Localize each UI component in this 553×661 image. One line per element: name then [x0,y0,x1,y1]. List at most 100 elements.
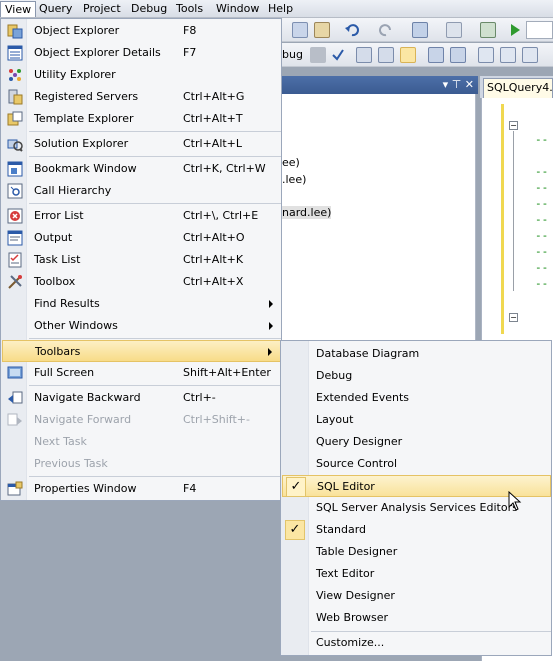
menu-debug[interactable]: Debug [127,1,171,17]
comment-marker: -- [535,165,549,178]
menu-item-object-explorer[interactable]: Object Explorer F8 [2,20,281,42]
comment-marker: -- [535,245,549,258]
undo-icon[interactable] [344,22,360,38]
submenu-arrow-icon [268,348,272,356]
query-options-icon[interactable] [450,47,466,63]
bookmark-window-icon [7,161,23,177]
menu-window[interactable]: Window [212,1,263,17]
checkmark-icon: ✓ [285,520,305,540]
menu-help[interactable]: Help [264,1,297,17]
menu-item-object-explorer-details[interactable]: Object Explorer Details F7 [2,42,281,64]
menu-item-registered-servers[interactable]: Registered Servers Ctrl+Alt+G [2,86,281,108]
menu-item-other-windows[interactable]: Other Windows [2,315,281,337]
menu-item-error-list[interactable]: Error List Ctrl+\, Ctrl+E [2,205,281,227]
menu-item-navigate-backward[interactable]: Navigate Backward Ctrl+- [2,387,281,409]
template-explorer-icon [7,111,23,127]
toolbar-item-debug[interactable]: Debug [282,365,551,387]
menu-item-task-list[interactable]: Task List Ctrl+Alt+K [2,249,281,271]
redo-icon[interactable] [378,22,394,38]
menu-item-navigate-forward[interactable]: Navigate Forward Ctrl+Shift+- [2,409,281,431]
stop-icon[interactable] [310,47,326,63]
menu-tools[interactable]: Tools [172,1,207,17]
menu-item-properties-window[interactable]: Properties Window F4 [2,478,281,500]
menu-separator [29,385,281,386]
menu-separator [29,338,281,339]
menu-view[interactable]: View [0,1,37,17]
menu-item-utility-explorer[interactable]: Utility Explorer [2,64,281,86]
checkmark-icon: ✓ [286,477,306,497]
toolbar-item-customize[interactable]: Customize... [282,632,551,654]
comment-marker: -- [535,261,549,274]
results-to-file-icon[interactable] [400,47,416,63]
menu-item-toolbars[interactable]: Toolbars [2,340,281,362]
toolbox-icon [7,274,23,290]
tool-window-header: ▾ ⊤ ✕ [282,76,478,94]
toolbar-partial-label: bug [282,48,303,61]
menu-query[interactable]: Query [35,1,76,17]
comment-marker: -- [535,197,549,210]
toolbar-item-layout[interactable]: Layout [282,409,551,431]
save-icon[interactable] [446,22,462,38]
menu-project[interactable]: Project [79,1,125,17]
menu-separator [29,131,281,132]
menu-item-previous-task[interactable]: Previous Task [2,453,281,475]
toolbar-item-source-control[interactable]: Source Control [282,453,551,475]
toolbar-item-text-editor[interactable]: Text Editor [282,563,551,585]
submenu-arrow-icon [269,300,273,308]
menu-bar: View Query Project Debug Tools Window He… [0,0,553,18]
menu-item-output[interactable]: Output Ctrl+Alt+O [2,227,281,249]
outline-line [513,131,514,291]
paste-icon[interactable] [314,22,330,38]
navigate-icon[interactable] [412,22,428,38]
tab-sqlquery4[interactable]: SQLQuery4.sq [483,78,553,98]
code-line: .lee) [282,173,307,186]
execute-icon[interactable] [507,22,523,38]
results-to-text-icon[interactable] [356,47,372,63]
menu-item-find-results[interactable]: Find Results [2,293,281,315]
submenu-arrow-icon [269,322,273,330]
toolbar-item-extended-events[interactable]: Extended Events [282,387,551,409]
menu-item-template-explorer[interactable]: Template Explorer Ctrl+Alt+T [2,108,281,130]
results-to-grid-icon[interactable] [378,47,394,63]
menu-item-bookmark-window[interactable]: Bookmark Window Ctrl+K, Ctrl+W [2,158,281,180]
display-plan-icon[interactable] [428,47,444,63]
toolbar-item-database-diagram[interactable]: Database Diagram [282,343,551,365]
comment-marker: -- [535,229,549,242]
parse-icon[interactable] [330,47,346,63]
menu-separator [29,156,281,157]
client-stats-icon[interactable] [500,47,516,63]
navigate-forward-icon [7,412,23,428]
menu-item-toolbox[interactable]: Toolbox Ctrl+Alt+X [2,271,281,293]
collapse-icon[interactable]: − [509,121,518,130]
view-menu: Object Explorer F8 Object Explorer Detai… [0,18,282,501]
copy-icon[interactable] [292,22,308,38]
toolbar-item-web-browser[interactable]: Web Browser [282,607,551,629]
navigate-backward-icon [7,390,23,406]
menu-item-full-screen[interactable]: Full Screen Shift+Alt+Enter [2,362,281,384]
output-icon [7,230,23,246]
include-plan-icon[interactable] [478,47,494,63]
activity-monitor-icon[interactable] [480,22,496,38]
solution-explorer-icon [7,136,23,152]
toolbar-item-query-designer[interactable]: Query Designer [282,431,551,453]
full-screen-icon [7,365,23,381]
comment-marker: -- [535,213,549,226]
mouse-cursor-icon [508,491,522,511]
task-list-icon [7,252,23,268]
menu-separator [29,476,281,477]
toolbar-item-standard[interactable]: ✓ Standard [282,519,551,541]
panel-controls[interactable]: ▾ ⊤ ✕ [443,78,474,91]
menu-item-call-hierarchy[interactable]: Call Hierarchy [2,180,281,202]
registered-servers-icon [7,89,23,105]
menu-item-next-task[interactable]: Next Task [2,431,281,453]
toolbar-item-view-designer[interactable]: View Designer [282,585,551,607]
database-combo[interactable] [526,21,553,39]
standard-toolbar [282,18,553,42]
change-marker [501,104,504,334]
collapse-icon[interactable]: − [509,313,518,322]
comment-icon[interactable] [522,47,538,63]
toolbar-item-table-designer[interactable]: Table Designer [282,541,551,563]
editor-pane-left: ee) .lee) nard.lee) [282,94,476,340]
menu-item-solution-explorer[interactable]: Solution Explorer Ctrl+Alt+L [2,133,281,155]
code-line: ee) [282,156,300,169]
